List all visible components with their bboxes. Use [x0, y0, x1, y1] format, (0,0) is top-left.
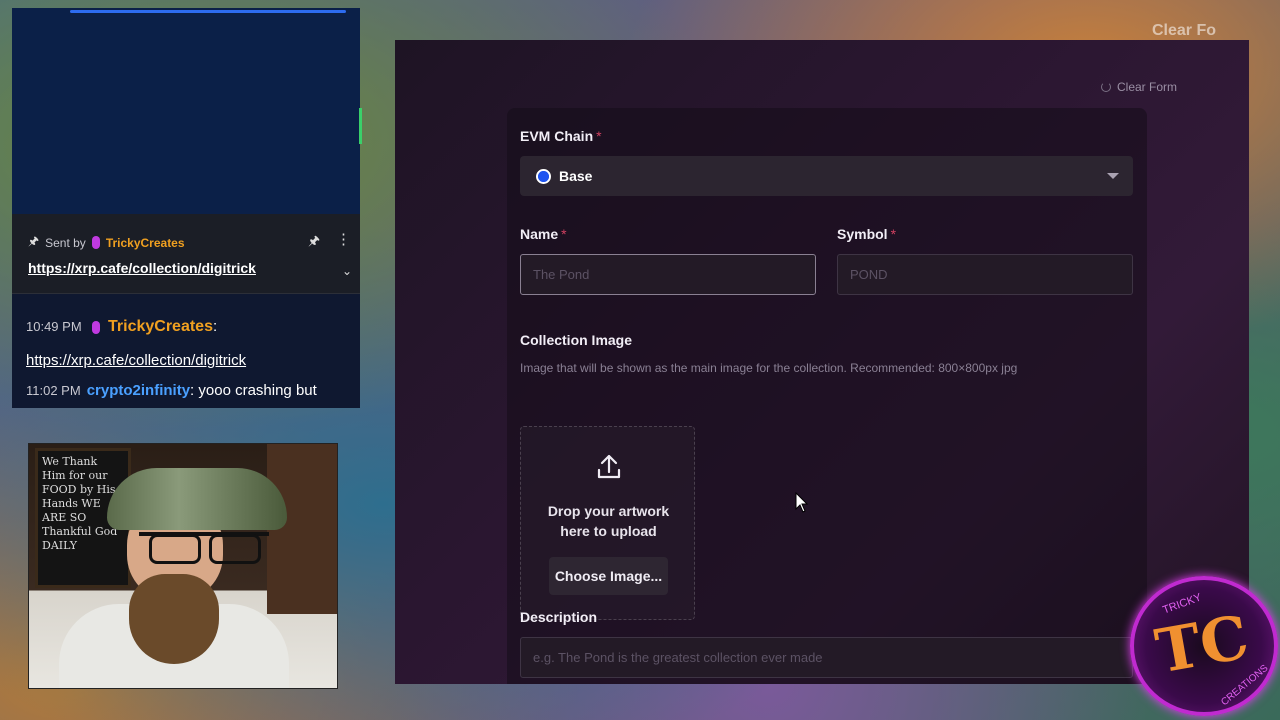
webcam-feed: We Thank Him for our FOOD by His Hands W…: [28, 443, 338, 689]
chat-message: 11:02 PM crypto2infinity: yooo crashing b…: [26, 382, 317, 399]
message-time: 11:02 PM: [26, 383, 81, 398]
message-time: 10:49 PM: [26, 319, 82, 334]
chat-header-area: [12, 8, 362, 214]
unpin-icon[interactable]: 🖈: [308, 232, 320, 254]
person-beard: [129, 574, 219, 664]
chat-message: 10:49 PM TrickyCreates:: [26, 318, 217, 336]
more-options-icon[interactable]: ⋮: [336, 230, 351, 248]
dropzone-text: Drop your artwork here to upload: [547, 503, 670, 539]
mic-icon: [91, 236, 100, 249]
pinned-message[interactable]: 🖈 Sent by TrickyCreates 🖈 ⋮ https://xrp.…: [12, 214, 360, 294]
person-cap: [107, 468, 287, 530]
evm-chain-value: Base: [559, 168, 593, 184]
chat-overlay: 🖈 Sent by TrickyCreates 🖈 ⋮ https://xrp.…: [12, 8, 362, 408]
pin-icon: 🖈: [28, 234, 40, 248]
collection-image-hint: Image that will be shown as the main ima…: [520, 361, 1018, 375]
message-link[interactable]: https://xrp.cafe/collection/digitrick: [26, 352, 246, 369]
name-label: Name *: [520, 226, 567, 242]
base-chain-icon: [536, 168, 551, 184]
browser-panel: Clear Form EVM Chain* Base Name* Symbol*…: [395, 40, 1249, 684]
message-author[interactable]: TrickyCreates: [108, 318, 213, 335]
person-glasses: [139, 532, 269, 564]
symbol-input[interactable]: [837, 254, 1133, 295]
tricky-creations-logo: TRICKY TC CREATIONS: [1130, 576, 1278, 716]
mic-icon: [91, 320, 100, 334]
message-text: :: [212, 318, 218, 335]
collection-image-label: Collection Image: [520, 332, 633, 348]
chevron-down-icon[interactable]: ⌄: [342, 264, 352, 278]
upload-icon: [597, 454, 621, 479]
collection-form: EVM Chain* Base Name* Symbol* Collection…: [507, 108, 1147, 684]
choose-image-button[interactable]: Choose Image...: [549, 557, 668, 595]
image-dropzone[interactable]: Drop your artwork here to upload Choose …: [520, 426, 695, 620]
chat-messages: 10:49 PM TrickyCreates: https://xrp.cafe…: [12, 294, 360, 408]
name-input[interactable]: [520, 254, 816, 295]
refresh-icon: [1100, 82, 1111, 92]
message-author[interactable]: crypto2infinity: [87, 382, 190, 399]
background-clear-text: Clear Fo: [1152, 22, 1217, 39]
pinned-link[interactable]: https://xrp.cafe/collection/digitrick: [28, 260, 256, 276]
evm-chain-select[interactable]: Base: [520, 156, 1133, 196]
chat-scroll-indicator: [359, 108, 362, 144]
evm-chain-label: EVM Chain *: [520, 128, 602, 144]
clear-form-button[interactable]: Clear Form: [1100, 80, 1177, 94]
chat-progress-line: [70, 10, 346, 13]
clear-form-label: Clear Form: [1116, 80, 1177, 94]
chevron-down-icon[interactable]: [1107, 173, 1119, 179]
pinned-author[interactable]: TrickyCreates: [106, 236, 185, 250]
message-text: : yooo crashing but: [190, 382, 317, 399]
symbol-label: Symbol *: [837, 226, 897, 242]
logo-monogram: TC: [1150, 602, 1254, 688]
sent-by-label: Sent by: [45, 235, 86, 250]
mouse-cursor-icon: [795, 492, 809, 513]
description-label: Description: [520, 609, 598, 625]
description-input[interactable]: [520, 637, 1133, 678]
